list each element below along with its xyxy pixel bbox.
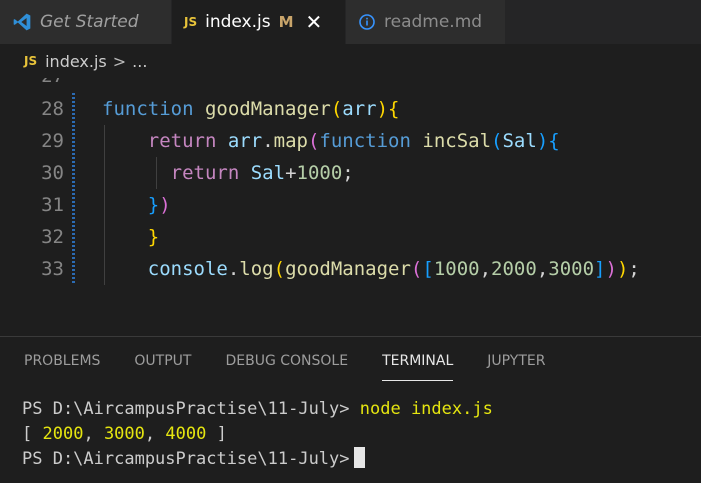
tab-label: Get Started (40, 12, 139, 32)
modified-line-indicator (72, 253, 75, 285)
code-line-30: return Sal+1000; (170, 162, 354, 184)
terminal-prompt: PS D:\AircampusPractise\11-July> (22, 449, 350, 469)
line-number: 29 (41, 130, 64, 152)
terminal-line: PS D:\AircampusPractise\11-July> (22, 447, 493, 472)
terminal-line: [ 2000, 3000, 4000 ] (22, 424, 227, 444)
line-number: 28 (41, 98, 64, 120)
terminal-prompt: PS D:\AircampusPractise\11-July> (22, 399, 350, 419)
output-value: 4000 (165, 424, 207, 444)
tab-label: index.js (205, 12, 271, 32)
terminal-line: PS D:\AircampusPractise\11-July> node in… (22, 397, 493, 422)
line-number: 33 (41, 258, 64, 280)
output-value: 2000 (42, 424, 84, 444)
output-value: 3000 (103, 424, 145, 444)
breadcrumb-symbol[interactable]: ... (132, 52, 147, 71)
code-editor[interactable]: 27 28 29 30 31 32 33 function goodManage… (0, 78, 701, 336)
code-line-32: } (147, 226, 160, 248)
line-number: 27 (0, 78, 64, 92)
line-number: 32 (41, 226, 64, 248)
terminal-cursor (353, 447, 365, 468)
js-icon: JS (184, 15, 198, 29)
modified-line-indicator (72, 125, 75, 157)
tab-index-js[interactable]: JS index.js M ✕ (172, 0, 346, 44)
code-line-28: function goodManager(arr){ (102, 98, 400, 120)
bottom-panel: PROBLEMS OUTPUT DEBUG CONSOLE TERMINAL J… (0, 336, 701, 483)
chevron-right-icon: > (112, 51, 127, 71)
editor-tab-bar: Get Started JS index.js M ✕ readme.md (0, 0, 701, 44)
tab-readme-md[interactable]: readme.md (346, 0, 506, 44)
tab-debug-console[interactable]: DEBUG CONSOLE (225, 337, 348, 385)
tab-problems[interactable]: PROBLEMS (24, 337, 100, 385)
terminal-command: node index.js (359, 399, 493, 419)
output-bracket: [ (22, 424, 33, 444)
panel-tab-bar: PROBLEMS OUTPUT DEBUG CONSOLE TERMINAL J… (0, 337, 701, 385)
tab-terminal[interactable]: TERMINAL (382, 337, 454, 385)
vscode-icon (12, 12, 32, 32)
tab-output[interactable]: OUTPUT (134, 337, 191, 385)
line-number: 30 (41, 162, 64, 184)
code-line-33: console.log(goodManager([1000,2000,3000]… (147, 258, 640, 280)
modified-line-indicator (72, 93, 75, 125)
code-line-31: }) (147, 194, 171, 216)
modified-line-indicator (72, 189, 75, 221)
modified-line-indicator (72, 157, 75, 189)
close-icon[interactable]: ✕ (306, 12, 323, 32)
breadcrumb: JS index.js > ... (0, 44, 701, 78)
output-bracket: ] (216, 424, 227, 444)
modified-line-indicator (72, 221, 75, 253)
terminal-output[interactable]: PS D:\AircampusPractise\11-July> node in… (22, 397, 493, 472)
modified-indicator: M (278, 13, 294, 31)
code-line-29: return arr.map(function incSal(Sal){ (147, 130, 560, 152)
line-number: 31 (41, 194, 64, 216)
tab-jupyter[interactable]: JUPYTER (487, 337, 545, 385)
js-icon: JS (24, 54, 38, 68)
info-icon (358, 13, 376, 31)
tab-get-started[interactable]: Get Started (0, 0, 172, 44)
line-number-gutter: 27 28 29 30 31 32 33 (0, 78, 70, 336)
breadcrumb-file[interactable]: index.js (45, 52, 107, 71)
tab-label: readme.md (384, 12, 483, 32)
